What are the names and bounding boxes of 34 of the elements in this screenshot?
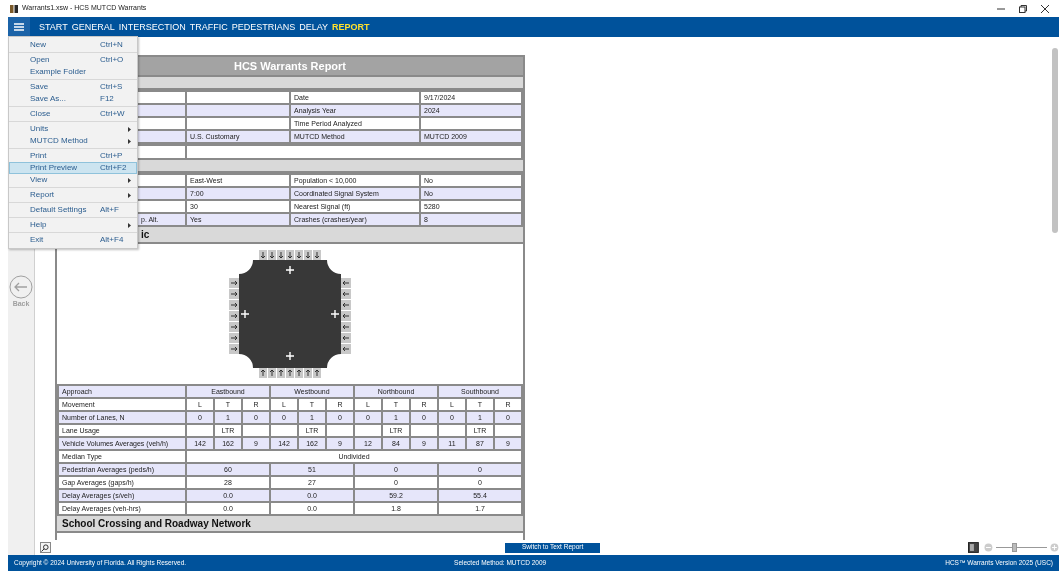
layout-icon[interactable]: [968, 542, 980, 553]
nav-tab[interactable]: START: [39, 22, 68, 32]
menu-icon: [14, 23, 24, 31]
restore-icon[interactable]: [1019, 4, 1027, 13]
menu-item[interactable]: Close Ctrl+W: [9, 108, 137, 120]
slider-thumb[interactable]: [1012, 543, 1018, 552]
nav-tab[interactable]: PEDESTRIANS: [231, 22, 296, 32]
close-icon[interactable]: [1041, 4, 1049, 13]
section-heading: ic: [141, 228, 150, 242]
menu-item[interactable]: Print Preview Ctrl+F2: [9, 162, 137, 174]
menu-item[interactable]: MUTCD Method: [9, 135, 137, 147]
nav-tab[interactable]: TRAFFIC: [189, 22, 228, 32]
menu-item[interactable]: Save As... F12: [9, 93, 137, 105]
zoom-slider[interactable]: [996, 543, 1048, 552]
search-icon: [41, 543, 50, 552]
menu-item[interactable]: Print Ctrl+P: [9, 150, 137, 162]
menu-item[interactable]: New Ctrl+N: [9, 39, 137, 51]
menu-button[interactable]: [8, 17, 30, 37]
zoom-search-button[interactable]: [40, 542, 51, 553]
menu-item[interactable]: View: [9, 174, 137, 186]
nav-tab[interactable]: INTERSECTION: [118, 22, 186, 32]
menu-item[interactable]: Default Settings Alt+F: [9, 204, 137, 216]
nav-tab[interactable]: GENERAL: [71, 22, 115, 32]
app-icon: [10, 4, 18, 13]
nav-tab[interactable]: REPORT: [332, 22, 370, 32]
nav-tab[interactable]: DELAY: [299, 22, 329, 32]
zoom-out-icon[interactable]: [984, 543, 993, 552]
menu-item[interactable]: Save Ctrl+S: [9, 81, 137, 93]
menu-item[interactable]: Exit Alt+F4: [9, 234, 137, 246]
section-heading: School Crossing and Roadway Network: [61, 517, 251, 531]
zoom-in-icon[interactable]: [1050, 543, 1059, 552]
menu-item[interactable]: Units: [9, 123, 137, 135]
menu-item[interactable]: Report: [9, 189, 137, 201]
menu-item[interactable]: Help: [9, 219, 137, 231]
